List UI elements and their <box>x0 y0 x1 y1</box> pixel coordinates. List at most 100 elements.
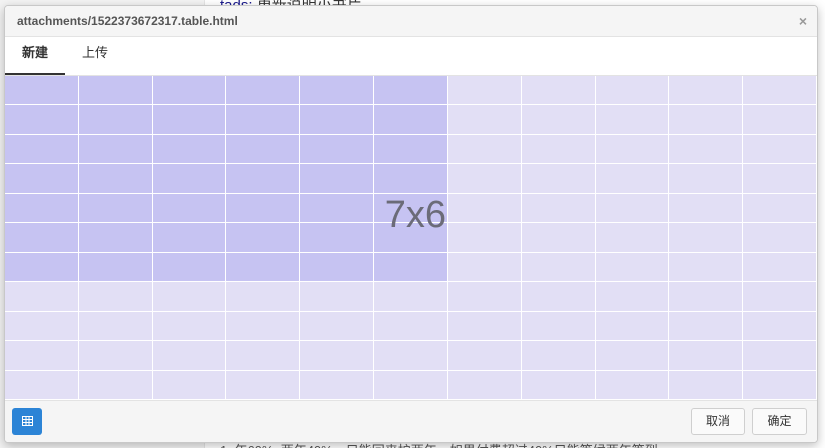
grid-cell[interactable] <box>300 134 374 164</box>
grid-cell[interactable] <box>300 223 374 252</box>
grid-cell[interactable] <box>152 223 226 252</box>
grid-cell[interactable] <box>521 134 595 164</box>
grid-cell[interactable] <box>152 134 226 164</box>
grid-cell[interactable] <box>743 341 816 370</box>
grid-cell[interactable] <box>152 341 226 370</box>
grid-cell[interactable] <box>300 76 374 105</box>
grid-cell[interactable] <box>521 282 595 311</box>
grid-cell[interactable] <box>78 370 152 399</box>
grid-cell[interactable] <box>300 282 374 311</box>
grid-cell[interactable] <box>374 164 447 193</box>
grid-cell[interactable] <box>743 311 816 341</box>
confirm-button[interactable]: 确定 <box>752 408 807 435</box>
grid-cell[interactable] <box>78 252 152 282</box>
grid-cell[interactable] <box>669 134 743 164</box>
grid-cell[interactable] <box>5 311 78 341</box>
grid-cell[interactable] <box>595 134 669 164</box>
grid-cell[interactable] <box>447 252 521 282</box>
grid-cell[interactable] <box>521 341 595 370</box>
grid-cell[interactable] <box>743 252 816 282</box>
grid-cell[interactable] <box>300 341 374 370</box>
grid-cell[interactable] <box>226 252 300 282</box>
grid-cell[interactable] <box>5 223 78 252</box>
grid-cell[interactable] <box>669 252 743 282</box>
grid-cell[interactable] <box>152 282 226 311</box>
grid-cell[interactable] <box>78 76 152 105</box>
grid-cell[interactable] <box>226 76 300 105</box>
grid-cell[interactable] <box>669 370 743 399</box>
grid-cell[interactable] <box>743 134 816 164</box>
grid-cell[interactable] <box>669 341 743 370</box>
grid-cell[interactable] <box>300 370 374 399</box>
grid-cell[interactable] <box>447 223 521 252</box>
grid-cell[interactable] <box>374 282 447 311</box>
grid-cell[interactable] <box>595 164 669 193</box>
grid-cell[interactable] <box>521 370 595 399</box>
grid-cell[interactable] <box>743 193 816 223</box>
grid-cell[interactable] <box>595 370 669 399</box>
grid-cell[interactable] <box>78 105 152 134</box>
grid-cell[interactable] <box>743 105 816 134</box>
grid-cell[interactable] <box>226 193 300 223</box>
grid-cell[interactable] <box>447 282 521 311</box>
grid-cell[interactable] <box>669 223 743 252</box>
grid-cell[interactable] <box>521 193 595 223</box>
grid-cell[interactable] <box>226 341 300 370</box>
grid-cell[interactable] <box>300 193 374 223</box>
grid-cell[interactable] <box>743 223 816 252</box>
grid-cell[interactable] <box>152 164 226 193</box>
grid-cell[interactable] <box>447 76 521 105</box>
grid-cell[interactable] <box>152 311 226 341</box>
grid-cell[interactable] <box>595 76 669 105</box>
grid-cell[interactable] <box>5 105 78 134</box>
grid-cell[interactable] <box>447 370 521 399</box>
cancel-button[interactable]: 取消 <box>691 408 745 435</box>
grid-cell[interactable] <box>521 252 595 282</box>
grid-cell[interactable] <box>669 105 743 134</box>
grid-cell[interactable] <box>152 370 226 399</box>
grid-cell[interactable] <box>669 282 743 311</box>
grid-cell[interactable] <box>226 311 300 341</box>
grid-cell[interactable] <box>374 341 447 370</box>
grid-cell[interactable] <box>521 105 595 134</box>
grid-cell[interactable] <box>743 164 816 193</box>
grid-cell[interactable] <box>374 76 447 105</box>
grid-cell[interactable] <box>374 105 447 134</box>
grid-cell[interactable] <box>226 282 300 311</box>
grid-cell[interactable] <box>595 282 669 311</box>
grid-cell[interactable] <box>595 341 669 370</box>
grid-cell[interactable] <box>5 134 78 164</box>
grid-cell[interactable] <box>5 193 78 223</box>
grid-cell[interactable] <box>743 76 816 105</box>
grid-cell[interactable] <box>5 282 78 311</box>
grid-cell[interactable] <box>5 76 78 105</box>
grid-cell[interactable] <box>374 252 447 282</box>
grid-cell[interactable] <box>447 105 521 134</box>
grid-cell[interactable] <box>226 105 300 134</box>
grid-cell[interactable] <box>595 193 669 223</box>
tab-new[interactable]: 新建 <box>5 37 65 75</box>
grid-cell[interactable] <box>447 341 521 370</box>
grid-cell[interactable] <box>300 164 374 193</box>
grid-cell[interactable] <box>152 105 226 134</box>
grid-cell[interactable] <box>152 252 226 282</box>
grid-cell[interactable] <box>743 370 816 399</box>
grid-cell[interactable] <box>5 164 78 193</box>
grid-cell[interactable] <box>521 311 595 341</box>
grid-cell[interactable] <box>669 164 743 193</box>
grid-cell[interactable] <box>152 76 226 105</box>
grid-cell[interactable] <box>447 164 521 193</box>
grid-cell[interactable] <box>300 311 374 341</box>
grid-cell[interactable] <box>5 341 78 370</box>
grid-cell[interactable] <box>5 252 78 282</box>
grid-cell[interactable] <box>521 76 595 105</box>
grid-cell[interactable] <box>669 193 743 223</box>
grid-cell[interactable] <box>669 311 743 341</box>
grid-cell[interactable] <box>595 311 669 341</box>
grid-cell[interactable] <box>595 252 669 282</box>
grid-cell[interactable] <box>78 282 152 311</box>
grid-cell[interactable] <box>152 193 226 223</box>
grid-cell[interactable] <box>226 223 300 252</box>
table-button[interactable] <box>12 408 42 435</box>
grid-cell[interactable] <box>374 370 447 399</box>
